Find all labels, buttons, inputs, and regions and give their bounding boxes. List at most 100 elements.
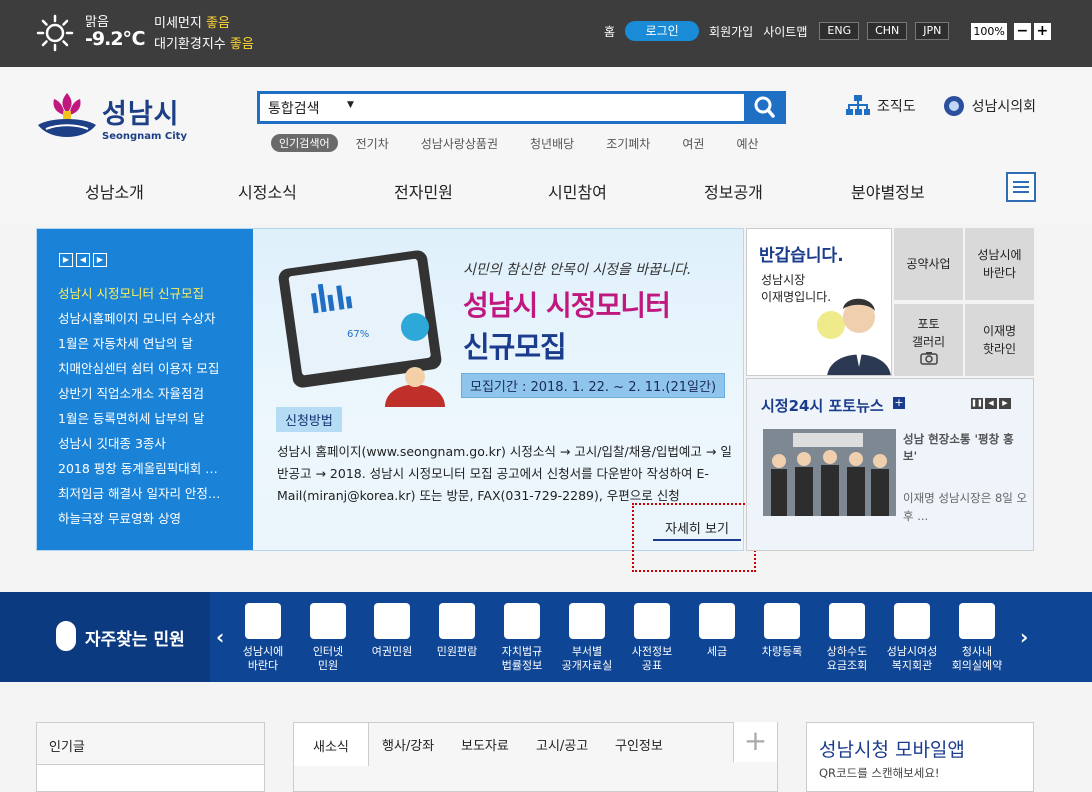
service-law[interactable]: 자치법규 법률정보 xyxy=(491,603,553,673)
utility-links: 홈 로그인 회원가입 사이트맵 ENG CHN JPN 100% − + xyxy=(604,21,1051,41)
greeting-title: 반갑습니다. xyxy=(759,246,844,266)
keyword-link[interactable]: 성남사랑상품권 xyxy=(421,135,498,152)
site-logo[interactable]: 성남시 Seongnam City xyxy=(36,89,187,145)
popular-posts: 인기글 xyxy=(36,722,265,792)
news-list-item[interactable]: 1월은 등록면허세 납부의 달 xyxy=(58,410,243,435)
logo-emblem-icon xyxy=(38,93,96,137)
water-drop-icon xyxy=(829,603,865,639)
news-list-item[interactable]: 상반기 직업소개소 자율점검 xyxy=(58,385,243,410)
slider-controls: ▶ ◀ ▶ xyxy=(59,253,110,267)
mayor-greeting[interactable]: 반갑습니다. 성남시장 이재명입니다. xyxy=(746,228,892,376)
service-label: 공표 xyxy=(641,659,663,672)
keyword-link[interactable]: 여권 xyxy=(682,135,704,152)
service-label: 차량등록 xyxy=(761,645,803,658)
nav-field-info[interactable]: 분야별정보 xyxy=(851,179,925,203)
hotline-button[interactable]: 이재명 핫라인 xyxy=(965,304,1034,376)
news-list: 성남시 시정모니터 신규모집 성남시홈페이지 모니터 수상자 1월은 자동차세 … xyxy=(58,285,243,535)
city-council-link[interactable]: 성남시의회 xyxy=(942,94,1036,118)
nav-civil-service[interactable]: 전자민원 xyxy=(394,179,453,203)
briefcase-icon xyxy=(439,603,475,639)
search-icon xyxy=(754,96,775,118)
news-list-item[interactable]: 최저임금 해결사 일자리 안정… xyxy=(58,485,243,510)
service-label: 성남시에 xyxy=(242,645,284,658)
tab-news[interactable]: 새소식 xyxy=(293,722,369,766)
suggestion-label: 성남시에 바란다 xyxy=(977,248,1022,280)
tab-press[interactable]: 보도자료 xyxy=(461,735,509,754)
photo-news-headline[interactable]: 성남 현장소통 '평창 홍보' xyxy=(903,431,1023,465)
logo-title: 성남시 xyxy=(102,99,180,130)
next-icon[interactable]: ▶ xyxy=(93,253,107,267)
photo-news-image[interactable] xyxy=(763,429,896,516)
login-button[interactable]: 로그인 xyxy=(625,21,700,41)
zoom-in-button[interactable]: + xyxy=(1033,22,1051,40)
news-list-item[interactable]: 하늘극장 무료영화 상영 xyxy=(58,510,243,535)
service-vehicle[interactable]: 차량등록 xyxy=(751,603,813,659)
tab-events[interactable]: 행사/강좌 xyxy=(382,735,434,754)
search-category-select[interactable]: 통합검색 xyxy=(268,98,320,118)
service-water-bill[interactable]: 상하수도 요금조회 xyxy=(816,603,878,673)
news-list-item[interactable]: 성남시 깃대종 3종사 xyxy=(58,435,243,460)
news-list-item[interactable]: 성남시 시정모니터 신규모집 xyxy=(58,285,243,310)
suggestion-button[interactable]: 성남시에 바란다 xyxy=(965,228,1034,300)
more-plus-icon[interactable]: + xyxy=(733,722,777,762)
news-list-item[interactable]: 1월은 자동차세 연납의 달 xyxy=(58,335,243,360)
keyword-link[interactable]: 전기차 xyxy=(356,135,389,152)
pledge-button[interactable]: 공약사업 xyxy=(894,228,963,300)
news-list-item[interactable]: 2018 평창 동계올림픽대회 … xyxy=(58,460,243,485)
keyword-link[interactable]: 조기폐차 xyxy=(606,135,650,152)
nav-participation[interactable]: 시민참여 xyxy=(548,179,607,203)
service-passport[interactable]: 여권민원 xyxy=(361,603,423,659)
service-tax[interactable]: 세금 xyxy=(686,603,748,659)
keyword-link[interactable]: 청년배당 xyxy=(530,135,574,152)
popular-keywords: 인기검색어 전기차 성남사랑상품권 청년배당 조기폐차 여권 예산 xyxy=(271,134,791,152)
banner-slide[interactable]: 67% 시민의 참신한 안목이 시정을 바꿉니다. 성남시 시정모니터 신규모집… xyxy=(253,229,743,550)
service-label: 사전정보 xyxy=(631,645,673,658)
service-pre-disclosure[interactable]: 사전정보 공표 xyxy=(621,603,683,673)
photo-gallery-button[interactable]: 포토 갤러리 xyxy=(894,304,963,376)
plus-icon[interactable]: + xyxy=(893,397,905,409)
lang-jpn-button[interactable]: JPN xyxy=(915,22,950,40)
service-label: 청사내 xyxy=(961,645,993,658)
service-label: 복지회관 xyxy=(891,659,933,672)
banner-title: 성남시 시정모니터 xyxy=(463,289,671,322)
keyword-link[interactable]: 예산 xyxy=(736,135,758,152)
org-chart-link[interactable]: 조직도 xyxy=(845,94,916,118)
zoom-out-button[interactable]: − xyxy=(1013,22,1031,40)
news-list-item[interactable]: 성남시홈페이지 모니터 수상자 xyxy=(58,310,243,335)
nav-about[interactable]: 성남소개 xyxy=(85,179,144,203)
join-link[interactable]: 회원가입 xyxy=(709,23,753,40)
search-button[interactable] xyxy=(744,91,786,124)
service-label: 인터넷 xyxy=(312,645,344,658)
next-icon[interactable]: ▶ xyxy=(999,398,1011,409)
nav-news[interactable]: 시정소식 xyxy=(238,179,297,203)
service-meeting-room[interactable]: 청사내 회의실예약 xyxy=(946,603,1008,673)
lang-chn-button[interactable]: CHN xyxy=(867,22,908,40)
hotline-label: 이재명 핫라인 xyxy=(982,324,1017,356)
car-icon xyxy=(764,603,800,639)
logo-subtitle: Seongnam City xyxy=(102,131,187,142)
play-icon[interactable]: ▶ xyxy=(59,253,73,267)
news-list-item[interactable]: 치매안심센터 쉼터 이용자 모집 xyxy=(58,360,243,385)
service-dept-data[interactable]: 부서별 공개자료실 xyxy=(556,603,618,673)
home-link[interactable]: 홈 xyxy=(604,23,615,40)
carousel-next-icon[interactable]: › xyxy=(1020,625,1028,649)
all-menu-button[interactable] xyxy=(1006,172,1036,202)
service-women-hall[interactable]: 성남시여성 복지회관 xyxy=(881,603,943,673)
chevron-down-icon[interactable]: ▼ xyxy=(347,100,354,110)
service-label: 민원편람 xyxy=(436,645,478,658)
lang-eng-button[interactable]: ENG xyxy=(819,22,860,40)
nav-open-info[interactable]: 정보공개 xyxy=(704,179,763,203)
mobile-app-subtitle: QR코드를 스캔해보세요! xyxy=(819,766,940,780)
book-icon xyxy=(569,603,605,639)
service-internet-civil[interactable]: 인터넷 민원 xyxy=(297,603,359,673)
service-suggestion[interactable]: 성남시에 바란다 xyxy=(232,603,294,673)
sitemap-link[interactable]: 사이트맵 xyxy=(763,23,807,40)
sun-icon xyxy=(36,14,74,52)
carousel-prev-icon[interactable]: ‹ xyxy=(216,625,224,649)
tab-notices[interactable]: 고시/공고 xyxy=(536,735,588,754)
service-handbook[interactable]: 민원편람 xyxy=(426,603,488,659)
prev-icon[interactable]: ◀ xyxy=(985,398,997,409)
prev-icon[interactable]: ◀ xyxy=(76,253,90,267)
pause-icon[interactable]: ❚❚ xyxy=(971,398,983,409)
tab-jobs[interactable]: 구인정보 xyxy=(615,735,663,754)
